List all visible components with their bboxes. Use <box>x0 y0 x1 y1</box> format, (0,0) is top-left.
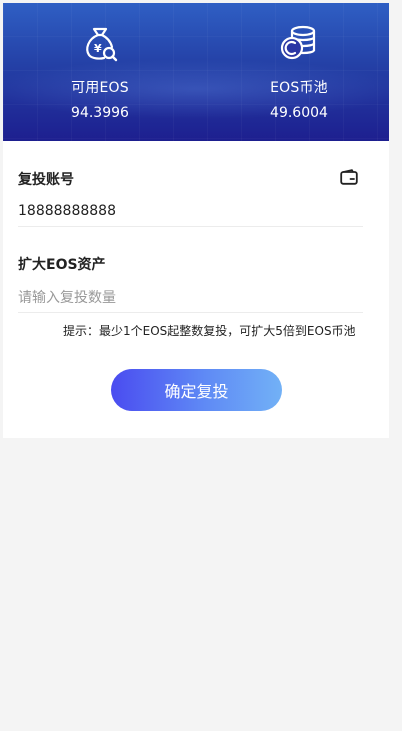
coin-stack-icon <box>280 25 316 60</box>
eos-pool-stat: EOS币池 49.6004 <box>229 23 369 121</box>
reinvest-hint: 提示：最少1个EOS起整数复投，可扩大5倍到EOS币池 <box>63 324 356 338</box>
amount-divider <box>18 312 363 313</box>
money-bag-search-icon: ¥ <box>86 27 118 62</box>
reinvest-form: 复投账号 18888888888 扩大EOS资产 提示：最少1个EOS起整数复投… <box>3 141 389 438</box>
reinvest-amount-input[interactable] <box>18 286 363 310</box>
reinvest-page: ¥ 可用EOS 94.3996 EOS币池 49.6004 复投账号 18888… <box>0 0 402 731</box>
confirm-reinvest-button[interactable]: 确定复投 <box>111 369 282 411</box>
account-divider <box>18 226 363 227</box>
available-eos-label: 可用EOS <box>71 80 129 96</box>
amount-field-title: 扩大EOS资产 <box>18 257 106 273</box>
account-value: 18888888888 <box>18 203 116 219</box>
svg-text:¥: ¥ <box>94 42 102 55</box>
wallet-icon[interactable] <box>340 169 358 185</box>
account-field-title: 复投账号 <box>18 172 74 188</box>
header-banner: ¥ 可用EOS 94.3996 EOS币池 49.6004 <box>3 3 389 141</box>
available-eos-value: 94.3996 <box>71 105 129 121</box>
eos-pool-value: 49.6004 <box>270 105 328 121</box>
available-eos-stat: ¥ 可用EOS 94.3996 <box>30 23 170 121</box>
eos-pool-label: EOS币池 <box>270 80 328 96</box>
